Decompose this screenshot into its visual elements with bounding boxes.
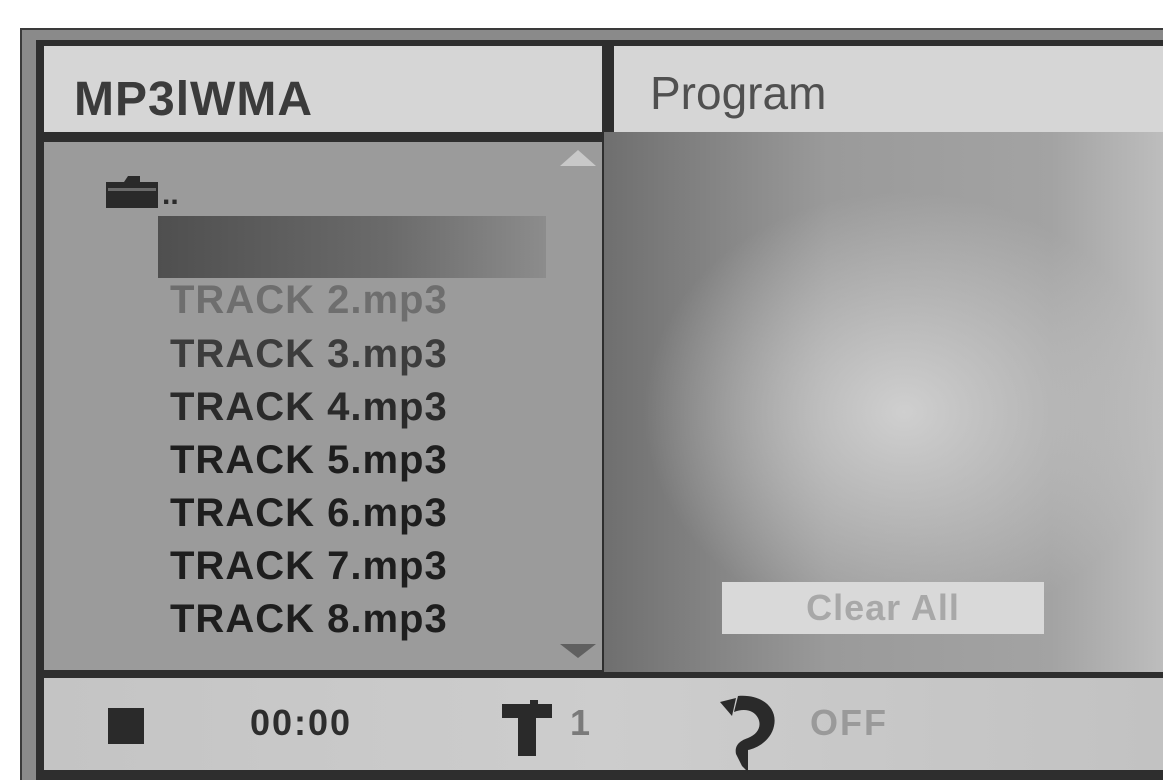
program-header: Program xyxy=(614,46,1163,132)
clear-all-button[interactable]: Clear All xyxy=(722,582,1044,634)
parent-folder-label: .. xyxy=(162,178,179,211)
stop-icon xyxy=(108,708,144,744)
status-bar xyxy=(44,678,1163,770)
mp3-wma-title: MP3lWMA xyxy=(74,73,313,126)
selection-highlight[interactable] xyxy=(158,216,546,278)
repeat-icon xyxy=(720,695,775,772)
track-item[interactable]: TRACK 2.mp3 xyxy=(170,278,448,322)
program-title: Program xyxy=(650,67,827,119)
playback-time: 00:00 xyxy=(250,702,353,743)
track-item[interactable]: TRACK 7.mp3 xyxy=(170,544,448,588)
track-item[interactable]: TRACK 3.mp3 xyxy=(170,332,448,376)
title-number: 1 xyxy=(570,702,591,743)
folder-icon xyxy=(106,176,158,208)
title-icon xyxy=(502,700,552,756)
parent-folder-item[interactable]: .. xyxy=(104,172,190,212)
track-item[interactable]: TRACK 4.mp3 xyxy=(170,385,448,429)
track-item[interactable]: TRACK 8.mp3 xyxy=(170,597,448,641)
scroll-down-arrow-icon[interactable] xyxy=(560,644,596,658)
mp3-wma-header: MP3lWMA xyxy=(44,46,602,132)
scroll-up-arrow-icon[interactable] xyxy=(560,150,596,166)
repeat-status: OFF xyxy=(810,702,888,743)
track-item[interactable]: TRACK 5.mp3 xyxy=(170,438,448,482)
track-item[interactable]: TRACK 6.mp3 xyxy=(170,491,448,535)
